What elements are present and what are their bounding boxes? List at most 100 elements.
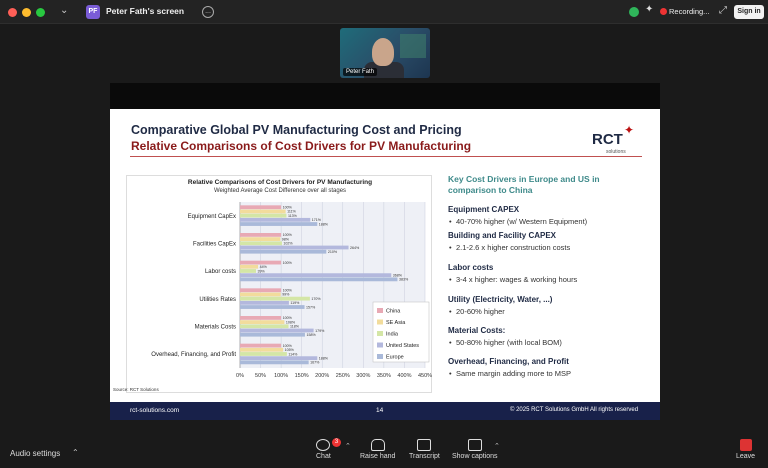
bar (240, 328, 314, 333)
x-tick-label: 50% (255, 373, 266, 379)
bar (240, 233, 282, 237)
participant-video-tile[interactable]: Peter Fath (340, 28, 430, 78)
data-label: 100% (283, 261, 293, 265)
more-options-button[interactable]: ... (202, 6, 214, 18)
driver-item: Utility (Electricity, Water, ...) 20-60% … (448, 295, 653, 316)
x-tick-label: 200% (315, 373, 329, 379)
bar (240, 324, 289, 329)
cost-chart: Relative Comparisons of Cost Drivers for… (126, 175, 432, 393)
bar (240, 217, 311, 222)
bar (240, 237, 281, 241)
bar (240, 347, 284, 352)
data-label: 102% (283, 242, 293, 246)
x-tick-label: 300% (356, 373, 370, 379)
title-divider (130, 156, 642, 157)
legend-label: India (386, 332, 399, 338)
driver-bullet: Same margin adding more to MSP (448, 369, 653, 378)
data-label: 114% (288, 352, 298, 356)
footer-page-number: 14 (376, 407, 384, 414)
transcript-icon (417, 439, 432, 451)
bar (240, 264, 259, 269)
x-tick-label: 100% (274, 373, 288, 379)
sparkle-icon[interactable]: ✦ (645, 4, 653, 15)
video-background (400, 34, 426, 58)
legend-swatch (377, 342, 383, 348)
chevron-up-icon[interactable]: ⌃ (72, 448, 79, 457)
chart-source: Source: RCT Solutions (113, 387, 159, 392)
category-label: Utilities Rates (199, 297, 236, 303)
legend-swatch (377, 354, 383, 359)
show-captions-button[interactable]: Show captions (452, 439, 498, 460)
leave-button[interactable]: Leave (736, 439, 755, 460)
driver-heading: Labor costs (448, 263, 494, 272)
fullscreen-icon[interactable]: ⤢ (719, 5, 727, 16)
data-label: 99% (282, 293, 290, 297)
driver-heading: Material Costs: (448, 326, 506, 335)
recording-label[interactable]: Recording... (669, 7, 709, 16)
bar (240, 249, 327, 254)
screen-share-badge: PF (86, 5, 100, 19)
minimize-window-button[interactable] (22, 8, 31, 17)
maximize-window-button[interactable] (36, 8, 45, 17)
bar (240, 213, 287, 218)
bar (240, 332, 305, 337)
category-label: Facilities CapEx (193, 242, 236, 248)
driver-bullet: 3-4 x higher: wages & working hours (448, 275, 653, 284)
category-label: Labor costs (205, 269, 236, 275)
driver-heading: Building and Facility CAPEX (448, 231, 557, 240)
meeting-toolbar: Audio settings ⌃ Chat 3 ⌃ Raise hand Tra… (0, 436, 768, 468)
x-tick-label: 400% (397, 373, 411, 379)
chart-plot: 0% 50% 100% 150% 200% 250% 300% 350% 400% 450% Equ… (151, 202, 432, 379)
bar (240, 245, 349, 250)
raise-hand-button[interactable]: Raise hand (360, 439, 395, 460)
driver-bullet: 2.1-2.6 x higher construction costs (448, 243, 653, 252)
chevron-up-icon[interactable]: ⌃ (345, 442, 351, 450)
data-label: 170% (311, 297, 321, 301)
data-label: 188% (319, 222, 329, 226)
slide-top-band (110, 83, 660, 109)
leave-icon (739, 439, 752, 451)
bar (240, 273, 392, 278)
participant-name: Peter Fath (343, 68, 378, 76)
close-window-button[interactable] (8, 8, 17, 17)
transcript-button[interactable]: Transcript (409, 439, 440, 460)
driver-bullet: 20-60% higher (448, 307, 653, 316)
legend-swatch (377, 319, 383, 325)
data-label: 39% (258, 269, 266, 273)
bar (240, 269, 257, 273)
sign-in-button[interactable]: Sign in (734, 5, 764, 19)
bar (240, 288, 282, 293)
company-logo-sub: solutions (606, 149, 626, 155)
bar (240, 205, 282, 210)
bar (240, 320, 285, 324)
data-label: 167% (310, 361, 320, 365)
bar (240, 300, 289, 305)
x-tick-label: 150% (295, 373, 309, 379)
category-label: Materials Costs (195, 325, 236, 331)
category-label: Overhead, Financing, and Profit (151, 352, 236, 358)
shield-icon[interactable] (629, 7, 639, 17)
chat-button[interactable]: Chat (316, 439, 331, 460)
legend-swatch (377, 331, 383, 336)
bar (240, 209, 286, 214)
chevron-up-icon[interactable]: ⌃ (494, 442, 500, 450)
chat-icon (316, 439, 331, 451)
recording-icon (660, 8, 667, 15)
legend-label: China (386, 309, 401, 315)
legend-swatch (377, 308, 383, 313)
audio-settings-button[interactable]: Audio settings (10, 449, 60, 458)
driver-item: Material Costs: 50-80% higher (with local… (448, 326, 653, 347)
data-label: 157% (306, 305, 316, 309)
x-tick-label: 0% (236, 373, 244, 379)
legend-label: United States (386, 343, 419, 349)
transcript-label: Transcript (409, 453, 440, 460)
chat-label: Chat (316, 453, 331, 460)
bar (240, 241, 282, 246)
data-label: 188% (319, 356, 329, 360)
bar (240, 222, 318, 226)
leave-label: Leave (736, 453, 756, 460)
participant-head (372, 38, 394, 66)
chevron-down-icon[interactable]: ⌄ (60, 5, 68, 16)
window-titlebar: ⌄ PF Peter Fath's screen ... ✦ Recording… (0, 0, 768, 24)
window-title: Peter Fath's screen (106, 6, 185, 16)
